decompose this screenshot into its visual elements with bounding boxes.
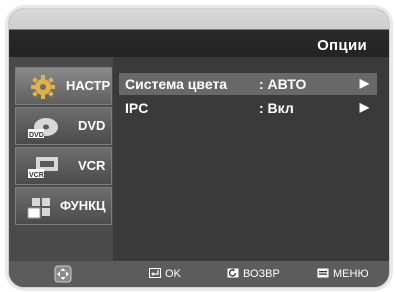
- ok-hint: OK: [149, 268, 181, 282]
- back-hint: ВОЗВР: [227, 268, 280, 282]
- chevron-right-icon: ▶: [359, 100, 369, 114]
- function-blocks-icon: [27, 198, 50, 219]
- menu-icon: [317, 268, 329, 278]
- vcr-cassette-icon: VCR: [28, 157, 58, 179]
- dvd-disc-icon: DVD: [28, 118, 58, 139]
- svg-text:DVD: DVD: [29, 132, 44, 139]
- option-name: Система цвета: [125, 76, 228, 92]
- option-value: : Вкл: [259, 100, 294, 116]
- sidebar-item-label: VCR: [78, 158, 106, 173]
- sidebar-item-label: НАСТР: [66, 78, 111, 93]
- return-icon: [227, 268, 239, 278]
- menu-hint: МЕНЮ: [317, 268, 369, 282]
- osd-screen: Опции НАСТР DVD DVD VCR VCR ФУНКЦ Систем…: [8, 8, 390, 288]
- option-value: : АВТО: [259, 76, 307, 92]
- chevron-right-icon: ▶: [359, 76, 369, 90]
- sidebar-item-label: ФУНКЦ: [60, 198, 106, 213]
- gear-icon: [31, 75, 55, 99]
- sidebar-item-setup[interactable]: НАСТР: [15, 67, 112, 105]
- options-panel: Система цвета : АВТО ▶ IPC : Вкл ▶: [113, 57, 389, 261]
- option-name: IPC: [125, 100, 149, 116]
- directional-pad-icon: [54, 265, 72, 283]
- option-row-color-system[interactable]: Система цвета : АВТО ▶: [119, 73, 377, 95]
- sidebar-item-label: DVD: [78, 118, 106, 133]
- title-bar: Опции: [9, 9, 389, 57]
- back-label: ВОЗВР: [243, 268, 280, 280]
- page-title: Опции: [317, 37, 367, 54]
- ok-label: OK: [165, 268, 181, 280]
- svg-text:VCR: VCR: [29, 172, 44, 179]
- sidebar-item-vcr[interactable]: VCR VCR: [15, 147, 112, 185]
- sidebar-item-function[interactable]: ФУНКЦ: [15, 187, 112, 225]
- button-hint-bar: OK ВОЗВР МЕНЮ: [9, 261, 389, 287]
- sidebar: НАСТР DVD DVD VCR VCR ФУНКЦ: [9, 57, 113, 261]
- menu-label: МЕНЮ: [333, 268, 369, 280]
- option-row-ipc[interactable]: IPC : Вкл ▶: [119, 97, 377, 119]
- sidebar-item-dvd[interactable]: DVD DVD: [15, 107, 112, 145]
- enter-icon: [149, 268, 161, 278]
